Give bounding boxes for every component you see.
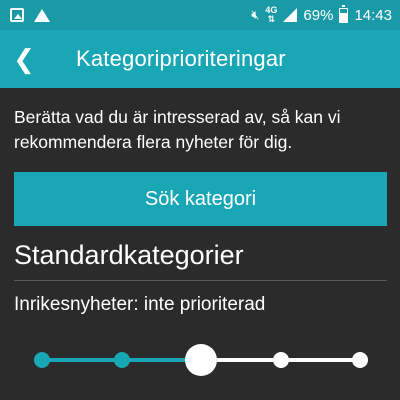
description-text: Berätta vad du är intresserad av, så kan… <box>14 107 341 152</box>
status-bar-left <box>10 8 50 22</box>
screen: 🔇︎ 4G ⇅ 69% 14:43 ❮ Kategoriprioritering… <box>0 0 400 400</box>
slider-thumb[interactable] <box>185 344 217 376</box>
app-bar: ❮ Kategoriprioriteringar <box>0 30 400 88</box>
category-priority-label: Inrikesnyheter: inte prioriterad <box>14 294 266 315</box>
slider-step-dot[interactable] <box>113 352 130 368</box>
signal-icon <box>283 8 298 22</box>
battery-icon <box>339 5 349 23</box>
slider-step-dot[interactable] <box>34 352 50 368</box>
mute-icon: 🔇︎ <box>251 7 260 22</box>
status-bar-right: 🔇︎ 4G ⇅ 69% 14:43 <box>251 5 392 24</box>
gallery-icon <box>10 8 24 22</box>
priority-slider[interactable] <box>28 338 374 382</box>
data-arrows-icon: ⇅ <box>267 14 276 24</box>
divider <box>14 280 387 281</box>
clock: 14:43 <box>354 6 392 24</box>
slider-step-dot[interactable] <box>352 352 368 368</box>
section-heading: Standardkategorier <box>14 240 244 270</box>
network-type: 4G ⇅ <box>265 6 277 24</box>
search-category-button[interactable]: Sök kategori <box>14 172 387 226</box>
status-bar: 🔇︎ 4G ⇅ 69% 14:43 <box>0 0 400 30</box>
slider-step-dot[interactable] <box>272 352 289 368</box>
battery-percent: 69% <box>303 6 334 24</box>
drive-icon <box>34 8 50 22</box>
page-title: Kategoriprioriteringar <box>76 46 286 71</box>
back-chevron-icon: ❮ <box>13 43 35 74</box>
back-button[interactable]: ❮ <box>0 30 48 88</box>
